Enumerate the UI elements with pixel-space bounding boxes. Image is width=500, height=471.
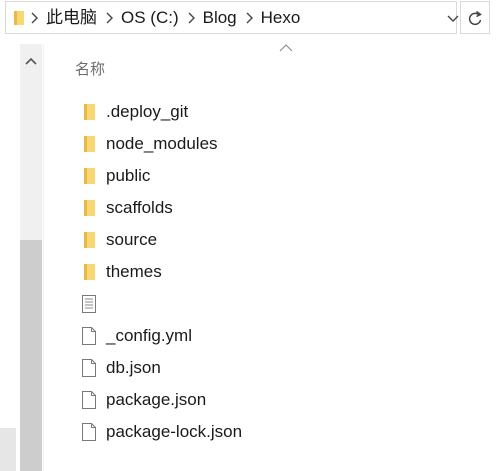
file-icon — [78, 421, 100, 443]
list-item[interactable]: public — [72, 160, 492, 192]
list-item[interactable]: package-lock.json — [72, 416, 492, 448]
folder-icon — [78, 197, 100, 219]
item-name: node_modules — [106, 134, 218, 153]
list-item[interactable]: node_modules — [72, 128, 492, 160]
item-name: source — [106, 230, 158, 249]
item-name: _config.yml — [106, 326, 192, 345]
item-name: .deploy_git — [106, 102, 189, 121]
text-file-icon — [78, 293, 100, 315]
list-item[interactable]: package.json — [72, 384, 492, 416]
breadcrumb-item-this-pc[interactable]: 此电脑 — [43, 2, 100, 33]
column-header-name[interactable]: 名称 — [75, 58, 105, 79]
file-icon — [78, 325, 100, 347]
chevron-right-icon[interactable] — [182, 2, 200, 33]
chevron-right-icon[interactable] — [240, 2, 258, 33]
list-item[interactable] — [72, 288, 492, 320]
chevron-up-icon — [25, 57, 37, 65]
list-item[interactable]: db.json — [72, 352, 492, 384]
item-name: db.json — [106, 358, 161, 377]
breadcrumb: 此电脑 OS (C:) Blog Hexo — [6, 2, 303, 33]
chevron-down-icon — [447, 15, 458, 22]
list-item[interactable]: scaffolds — [72, 192, 492, 224]
chevron-right-icon[interactable] — [100, 2, 118, 33]
scroll-up-button[interactable] — [20, 50, 42, 72]
folder-icon — [78, 261, 100, 283]
item-name: themes — [106, 262, 162, 281]
folder-icon — [78, 229, 100, 251]
scrollbar-thumb[interactable] — [20, 240, 42, 471]
file-icon — [78, 357, 100, 379]
breadcrumb-item-hexo[interactable]: Hexo — [258, 2, 304, 33]
address-bar[interactable]: 此电脑 OS (C:) Blog Hexo — [5, 1, 458, 34]
sort-ascending-icon — [279, 44, 293, 52]
item-name: scaffolds — [106, 198, 173, 217]
file-icon — [78, 389, 100, 411]
folder-icon — [14, 10, 24, 25]
list-item[interactable]: _config.yml — [72, 320, 492, 352]
item-name: package.json — [106, 390, 207, 409]
pane-splitter[interactable] — [43, 44, 44, 471]
refresh-button[interactable] — [460, 1, 490, 34]
folder-icon — [78, 133, 100, 155]
navigation-pane-scrollbar[interactable] — [20, 44, 42, 471]
folder-icon — [78, 165, 100, 187]
chevron-right-icon[interactable] — [25, 2, 43, 33]
item-name: public — [106, 166, 151, 185]
refresh-icon — [468, 10, 482, 25]
breadcrumb-item-drive[interactable]: OS (C:) — [118, 2, 182, 33]
file-list: .deploy_git node_modules public scaffold… — [72, 96, 492, 448]
folder-icon — [78, 101, 100, 123]
list-item[interactable]: themes — [72, 256, 492, 288]
breadcrumb-item-blog[interactable]: Blog — [200, 2, 240, 33]
list-item[interactable]: source — [72, 224, 492, 256]
list-item[interactable]: .deploy_git — [72, 96, 492, 128]
navigation-pane-edge — [0, 428, 16, 471]
item-name: package-lock.json — [106, 422, 243, 441]
